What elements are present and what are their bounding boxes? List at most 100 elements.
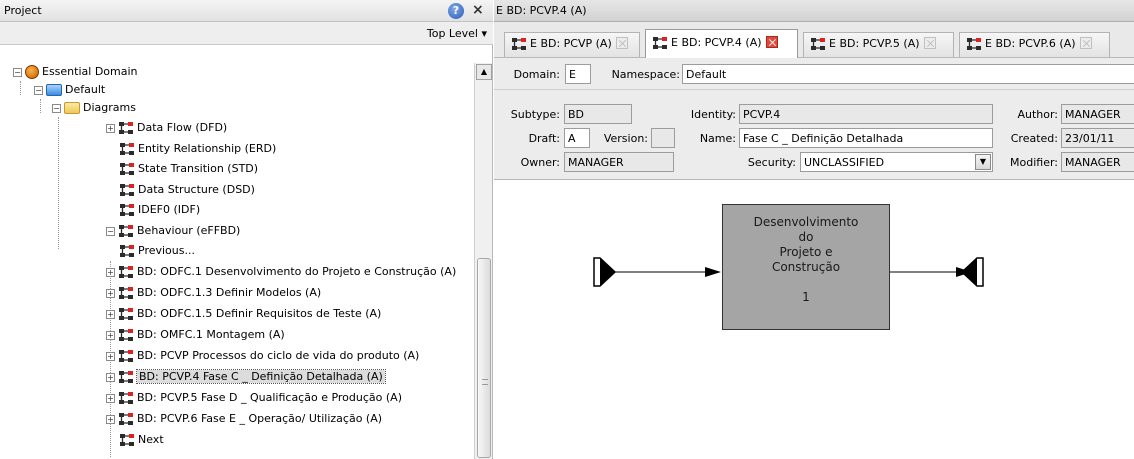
author-label: Author: bbox=[1017, 108, 1058, 121]
expand-icon[interactable]: + bbox=[106, 288, 115, 298]
draft-field[interactable]: A bbox=[564, 128, 590, 148]
close-tab-icon[interactable] bbox=[923, 37, 936, 49]
scroll-up-arrow-icon[interactable]: ▲ bbox=[476, 64, 492, 80]
tree-item-label: BD: ODFC.1.3 Definir Modelos (A) bbox=[137, 286, 322, 299]
close-tab-icon[interactable] bbox=[615, 37, 628, 49]
diagram-icon bbox=[119, 162, 135, 176]
project-tree[interactable]: − Essential Domain − Default − Diagrams + Da… bbox=[0, 63, 470, 459]
tab-label: E BD: PCVP (A) bbox=[530, 37, 612, 50]
domain-field[interactable]: E bbox=[565, 64, 591, 84]
diagram-icon bbox=[119, 433, 135, 447]
tree-item-pcvp-5[interactable]: + BD: PCVP.5 Fase D _ Qualificação e Prod… bbox=[106, 389, 402, 407]
namespace-field[interactable]: Default bbox=[682, 64, 1134, 84]
tab-pcvp[interactable]: E BD: PCVP (A) bbox=[504, 32, 640, 57]
close-tab-icon[interactable] bbox=[765, 36, 778, 48]
tree-item-label: Next bbox=[138, 433, 164, 446]
collapse-icon[interactable]: − bbox=[13, 67, 22, 77]
expand-icon[interactable]: + bbox=[106, 414, 115, 424]
tree-item-std[interactable]: State Transition (STD) bbox=[119, 160, 258, 178]
tree-item-effbd[interactable]: − Behaviour (eFFBD) bbox=[106, 222, 240, 240]
tree-item-omfc-1[interactable]: + BD: OMFC.1 Montagem (A) bbox=[106, 326, 285, 344]
tree-item-pcvp[interactable]: + BD: PCVP Processos do ciclo de vida do … bbox=[106, 347, 419, 365]
owner-field: MANAGER bbox=[564, 152, 674, 172]
tree-item-diagrams[interactable]: − Diagrams bbox=[52, 99, 136, 117]
tree-item-odfc-1-3[interactable]: + BD: ODFC.1.3 Definir Modelos (A) bbox=[106, 284, 321, 302]
diagram-canvas[interactable]: Desenvolvimento do Projeto e Construção … bbox=[494, 181, 1134, 459]
name-field[interactable]: Fase C _ Definição Detalhada bbox=[739, 128, 993, 148]
tree-item-label: BD: PCVP.5 Fase D _ Qualificação e Produ… bbox=[137, 391, 402, 404]
tree-item-essential-domain[interactable]: − Essential Domain bbox=[13, 63, 138, 81]
tree-item-default[interactable]: − Default bbox=[34, 81, 105, 99]
tab-pcvp-4[interactable]: E BD: PCVP.4 (A) bbox=[645, 29, 798, 58]
tree-item-label: Diagrams bbox=[83, 101, 136, 114]
tree-connector bbox=[58, 117, 59, 249]
function-box[interactable]: Desenvolvimento do Projeto e Construção … bbox=[722, 204, 890, 330]
scroll-thumb[interactable] bbox=[477, 258, 491, 458]
diagram-icon bbox=[652, 36, 668, 50]
security-label: Security: bbox=[747, 156, 796, 169]
tree-item-odfc-1-5[interactable]: + BD: ODFC.1.5 Definir Requisitos de Test… bbox=[106, 305, 381, 323]
diagram-icon bbox=[118, 349, 134, 363]
tree-item-previous[interactable]: Previous... bbox=[119, 242, 195, 260]
function-name-line: Projeto e bbox=[779, 245, 833, 259]
version-field bbox=[651, 128, 675, 148]
folder-icon bbox=[46, 84, 62, 96]
diagram-icon bbox=[118, 307, 134, 321]
expand-icon[interactable]: + bbox=[106, 123, 115, 133]
domain-label: Domain: bbox=[513, 68, 560, 81]
tree-item-next[interactable]: Next bbox=[119, 431, 164, 449]
tree-item-label: Essential Domain bbox=[42, 65, 138, 78]
expand-icon[interactable]: + bbox=[106, 330, 115, 340]
project-panel-title: Project bbox=[4, 4, 42, 17]
project-toolbar: Top Level ▾ bbox=[0, 22, 493, 45]
diagram-icon bbox=[118, 391, 134, 405]
tree-item-dfd[interactable]: + Data Flow (DFD) bbox=[106, 119, 227, 137]
editor-tab-bar: E BD: PCVP (A) E BD: PCVP.4 (A) E BD: PC… bbox=[494, 22, 1134, 58]
top-level-dropdown[interactable]: Top Level ▾ bbox=[427, 27, 487, 40]
tab-label: E BD: PCVP.6 (A) bbox=[985, 37, 1076, 50]
close-icon[interactable]: × bbox=[472, 2, 484, 18]
tree-item-dsd[interactable]: Data Structure (DSD) bbox=[119, 181, 255, 199]
diagram-icon bbox=[118, 121, 134, 135]
tree-item-idf[interactable]: IDEF0 (IDF) bbox=[119, 201, 200, 219]
tab-pcvp-6[interactable]: E BD: PCVP.6 (A) bbox=[959, 32, 1110, 57]
chevron-down-icon[interactable]: ▼ bbox=[975, 154, 991, 170]
project-panel: Project ? × Top Level ▾ − Essential Domai… bbox=[0, 0, 493, 459]
collapse-icon[interactable]: − bbox=[34, 85, 43, 95]
collapse-icon[interactable]: − bbox=[106, 226, 115, 236]
properties-panel: Domain: E Namespace: Default Subtype: BD… bbox=[494, 58, 1134, 180]
tree-item-odfc-1[interactable]: + BD: ODFC.1 Desenvolvimento do Projeto e… bbox=[106, 263, 456, 281]
grip-icon bbox=[482, 379, 488, 385]
expand-icon[interactable]: + bbox=[106, 267, 115, 277]
expand-icon[interactable]: + bbox=[106, 393, 115, 403]
namespace-label: Namespace: bbox=[611, 68, 680, 81]
help-icon[interactable]: ? bbox=[448, 3, 464, 19]
created-label: Created: bbox=[1010, 132, 1058, 145]
diagram-icon bbox=[119, 183, 135, 197]
tree-item-label: IDEF0 (IDF) bbox=[138, 203, 201, 216]
expand-icon[interactable]: + bbox=[106, 309, 115, 319]
diagram-icon bbox=[119, 203, 135, 217]
end-node-arrow bbox=[962, 258, 977, 286]
expand-icon[interactable]: + bbox=[106, 372, 115, 382]
editor-title-bar: E BD: PCVP.4 (A) bbox=[494, 0, 1134, 22]
expand-icon[interactable]: + bbox=[106, 351, 115, 361]
diagram-icon bbox=[118, 224, 134, 238]
function-name-line: Construção bbox=[771, 260, 841, 274]
function-number: 1 bbox=[802, 290, 810, 304]
tree-item-label: BD: ODFC.1 Desenvolvimento do Projeto e … bbox=[137, 265, 457, 278]
close-tab-icon[interactable] bbox=[1079, 37, 1092, 49]
tree-item-pcvp-4[interactable]: + BD: PCVP.4 Fase C _ Definição Detalhada… bbox=[106, 368, 386, 386]
collapse-icon[interactable]: − bbox=[52, 103, 61, 113]
diagram-icon bbox=[118, 265, 134, 279]
tab-label: E BD: PCVP.5 (A) bbox=[829, 37, 920, 50]
created-field: 23/01/11 bbox=[1061, 128, 1134, 148]
tree-item-pcvp-6[interactable]: + BD: PCVP.6 Fase E _ Operação/ Utilizaçã… bbox=[106, 410, 382, 428]
tree-item-erd[interactable]: Entity Relationship (ERD) bbox=[119, 140, 276, 158]
arrow-head-icon bbox=[705, 267, 721, 277]
tree-scrollbar[interactable]: ▲ bbox=[474, 63, 492, 459]
tree-item-label: BD: PCVP Processos do ciclo de vida do p… bbox=[137, 349, 420, 362]
security-select[interactable]: UNCLASSIFIED ▼ bbox=[800, 152, 993, 172]
security-value: UNCLASSIFIED bbox=[804, 156, 885, 169]
tab-pcvp-5[interactable]: E BD: PCVP.5 (A) bbox=[803, 32, 954, 57]
